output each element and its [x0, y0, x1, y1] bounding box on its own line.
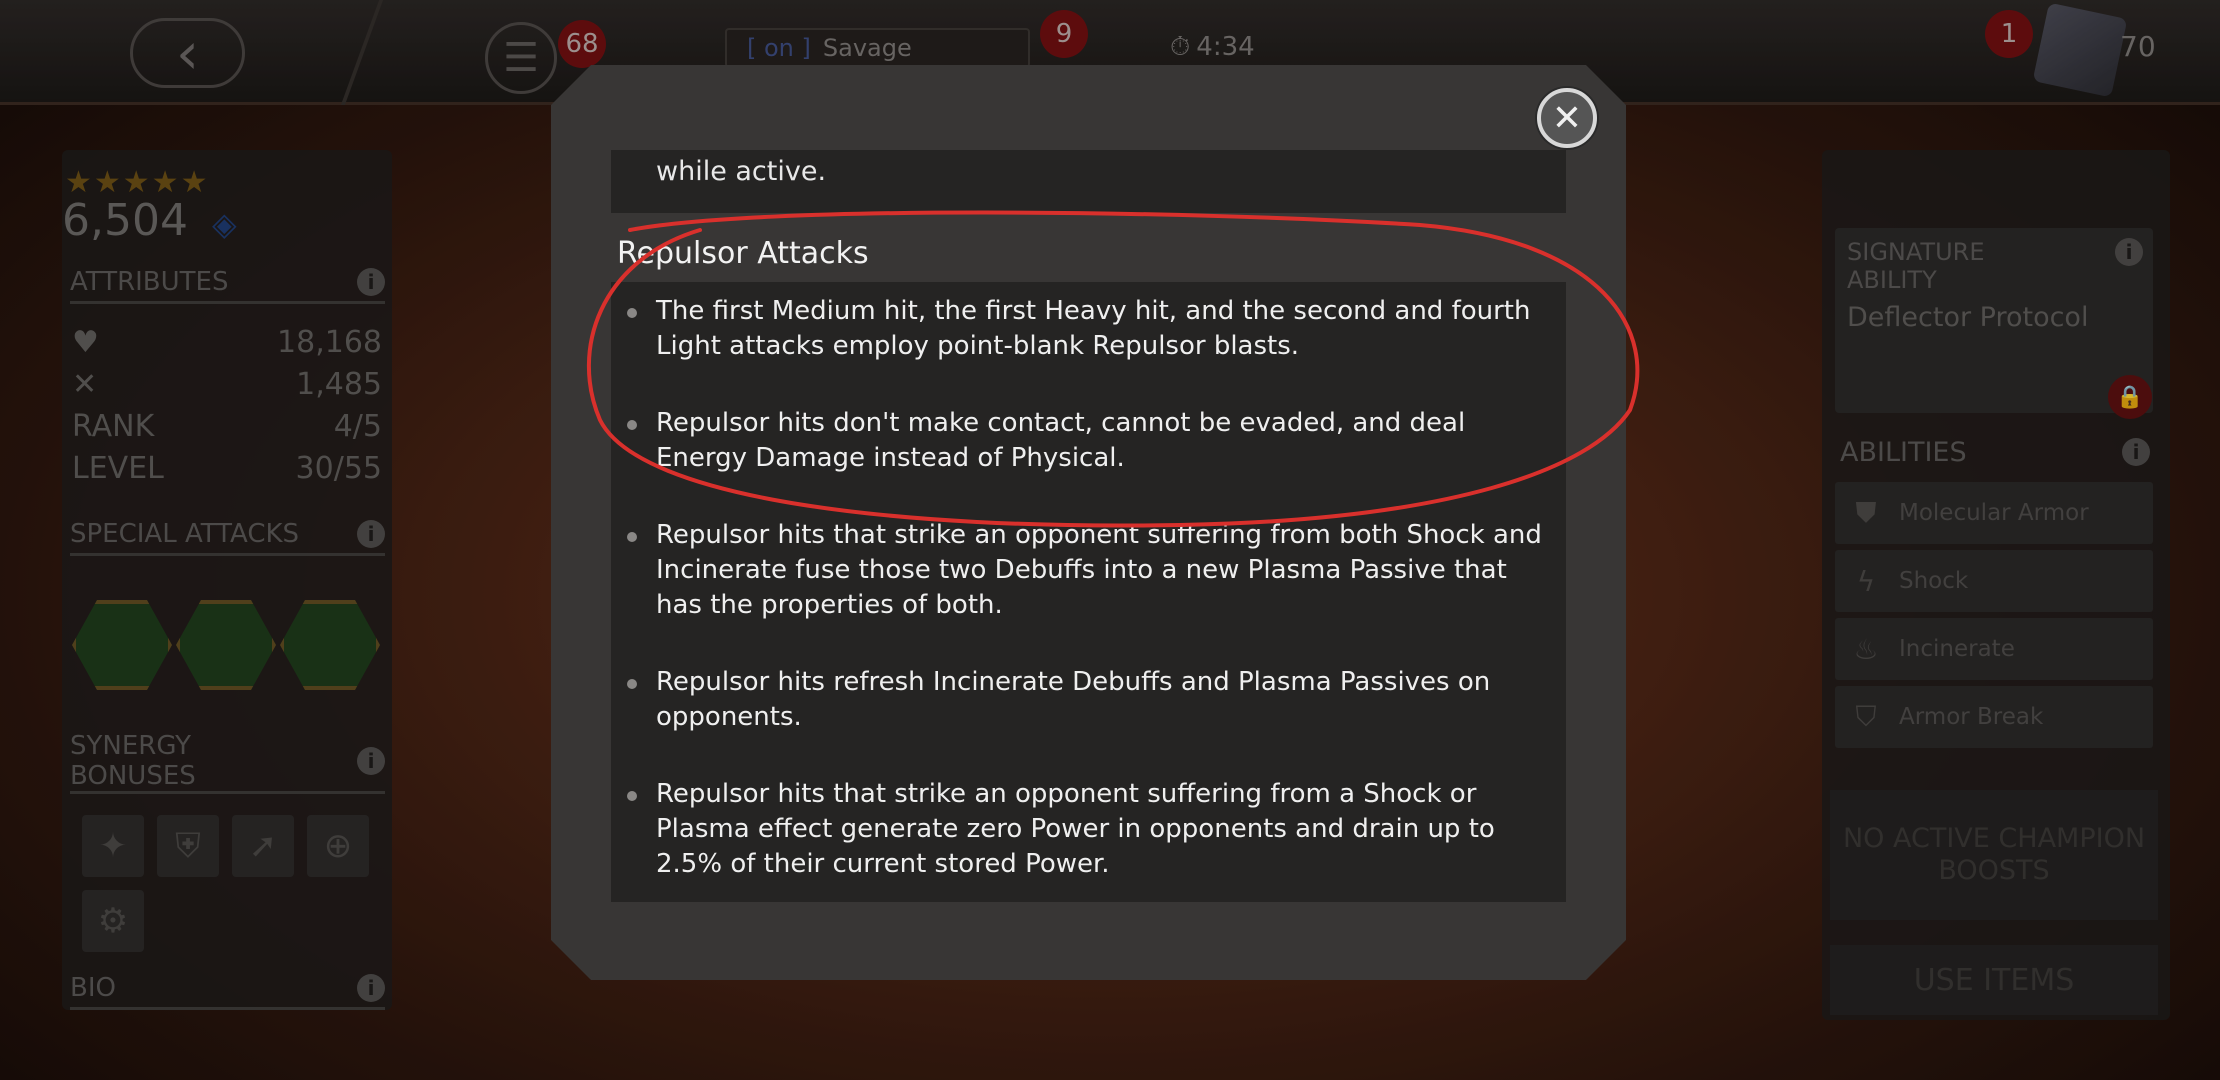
ability-bullet: Repulsor hits don't make contact, cannot… [611, 406, 1566, 476]
close-icon: ✕ [1551, 97, 1583, 139]
section-title: Repulsor Attacks [617, 236, 869, 271]
close-button[interactable]: ✕ [1537, 88, 1597, 148]
ability-bullet: Repulsor hits refresh Incinerate Debuffs… [611, 665, 1566, 735]
previous-section-text: while active. [656, 156, 827, 187]
ability-bullet: Repulsor hits that strike an opponent su… [611, 777, 1566, 882]
section-body: The first Medium hit, the first Heavy hi… [611, 282, 1566, 902]
ability-bullet: Repulsor hits that strike an opponent su… [611, 518, 1566, 623]
ability-bullet: The first Medium hit, the first Heavy hi… [611, 294, 1566, 364]
ability-details-scroll[interactable]: while active. Repulsor Attacks The first… [611, 150, 1566, 902]
previous-section-tail: while active. [611, 150, 1566, 213]
